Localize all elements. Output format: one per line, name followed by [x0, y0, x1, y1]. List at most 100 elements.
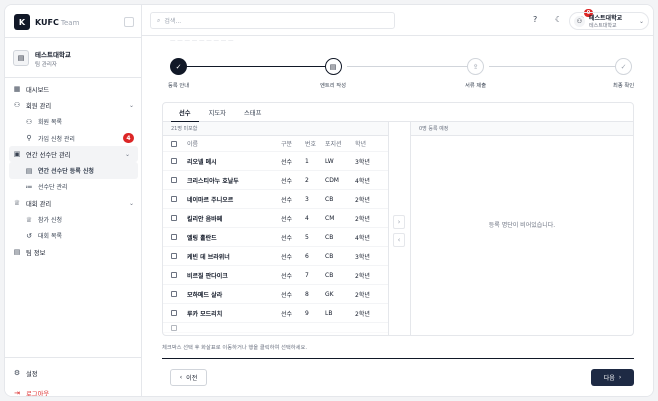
step-label: 최종 확인	[613, 83, 635, 89]
search-placeholder: 검색...	[164, 18, 182, 25]
sidebar-item-join-requests[interactable]: ⚲ 가입 신청 관리 4	[5, 130, 142, 146]
step-label: 서류 제출	[465, 83, 487, 89]
move-right-button[interactable]: ›	[393, 215, 405, 229]
chevron-down-icon: ⌄	[128, 101, 134, 109]
table-row[interactable]: 네이마르 주니오르 선수 3 CB 2학년	[163, 190, 388, 209]
player-name: 루카 모드리치	[187, 310, 223, 318]
row-checkbox[interactable]	[171, 272, 177, 278]
tab-staff[interactable]: 스태프	[236, 103, 269, 122]
row-checkbox[interactable]	[171, 291, 177, 297]
tab-coaches[interactable]: 지도자	[201, 103, 234, 122]
player-name: 리오넬 메시	[187, 158, 217, 166]
check-icon: ✓	[170, 58, 188, 75]
chevron-left-icon: ‹	[179, 374, 183, 381]
chevron-right-icon: ›	[397, 218, 401, 226]
player-type: 선수	[281, 272, 293, 280]
chevron-left-icon: ‹	[397, 236, 401, 244]
sidebar-item-members[interactable]: ⚇ 회원 관리 ⌄	[5, 97, 142, 113]
sidebar-item-annual-register[interactable]: ▤ 연간 선수단 등록 신청	[9, 162, 138, 179]
sidebar-collapse-icon[interactable]	[124, 17, 134, 27]
divider	[5, 37, 142, 38]
sidebar: K KUFC Team ▤ 테스트대학교 팀 관리자 ▦ 대시보드 ⚇ 회원 관리…	[5, 5, 142, 397]
sidebar-item-label: 회원 목록	[38, 119, 62, 127]
player-type: 선수	[281, 158, 293, 166]
chevron-down-icon: ⌄	[128, 199, 134, 207]
player-number: 5	[305, 233, 309, 241]
sidebar-item-member-list[interactable]: ⚇ 회원 목록	[5, 114, 142, 130]
brand[interactable]: K KUFC Team	[14, 13, 79, 31]
help-icon[interactable]: ?	[533, 15, 537, 24]
player-position: CB	[325, 271, 334, 279]
select-all-checkbox[interactable]	[171, 140, 177, 147]
user-icon: ⚇	[574, 15, 585, 27]
table-row[interactable]: 비르질 판다이크 선수 7 CB 2학년	[163, 266, 388, 285]
step-2: ▤ 엔트리 작성	[320, 58, 346, 89]
registered-count: 0명 등록 예정	[411, 122, 633, 136]
player-number: 1	[305, 157, 309, 165]
app-frame: K KUFC Team ▤ 테스트대학교 팀 관리자 ▦ 대시보드 ⚇ 회원 관리…	[4, 4, 654, 397]
registered-list: 0명 등록 예정 등록 명단이 비어있습니다.	[411, 122, 633, 335]
document-icon: ▤	[324, 58, 342, 75]
row-checkbox[interactable]	[171, 324, 177, 331]
sidebar-item-label: 연간 선수단 관리	[26, 151, 71, 159]
player-grade: 3학년	[355, 253, 370, 261]
logout-icon: ⇥	[14, 389, 20, 397]
transfer-controls: › ‹	[389, 122, 411, 335]
table-header: 이름 구분 번호 포지션 학년	[163, 136, 388, 152]
tab-bar: 선수 지도자 스태프	[163, 103, 633, 122]
sidebar-item-label: 대회 관리	[26, 200, 52, 208]
search-input[interactable]: ⌕ 검색...	[150, 12, 395, 29]
table-row[interactable]	[163, 323, 388, 333]
player-grade: 2학년	[355, 310, 370, 318]
row-checkbox[interactable]	[171, 215, 177, 221]
row-checkbox[interactable]	[171, 234, 177, 240]
row-checkbox[interactable]	[171, 310, 177, 316]
table-row[interactable]: 크리스티아누 호날두 선수 2 CDM 4학년	[163, 171, 388, 190]
calendar-icon: ▣	[13, 150, 21, 159]
table-row[interactable]: 킬리안 음바페 선수 4 CM 2학년	[163, 209, 388, 228]
sidebar-item-settings[interactable]: ⚙ 설정	[5, 365, 142, 381]
user-menu[interactable]: ⚇ 테스트대학교 테스트대학교 ⌄	[569, 12, 649, 30]
sidebar-item-team-info[interactable]: ▤ 팀 정보	[5, 244, 142, 260]
table-row[interactable]: 모하메드 살라 선수 8 GK 2학년	[163, 285, 388, 304]
table-row[interactable]: 엘링 홀란드 선수 5 CB 4학년	[163, 228, 388, 247]
divider	[5, 77, 142, 78]
sidebar-item-annual[interactable]: ▣ 연간 선수단 관리 ⌄	[9, 146, 138, 163]
move-left-button[interactable]: ‹	[393, 233, 405, 247]
player-position: LW	[325, 157, 334, 165]
row-checkbox[interactable]	[171, 196, 177, 202]
brand-name: KUFC	[35, 17, 59, 27]
step-label: 엔트리 작성	[320, 83, 347, 89]
search-icon: ⌕	[157, 16, 161, 24]
player-type: 선수	[281, 291, 293, 299]
row-checkbox[interactable]	[171, 177, 177, 183]
sidebar-item-tournament-list[interactable]: ↺ 대회 목록	[5, 228, 142, 244]
table-body: 리오넬 메시 선수 1 LW 3학년 크리스티아누 호날두 선수 2 CDM 4학년 네이마르 주니…	[163, 152, 388, 323]
row-checkbox[interactable]	[171, 158, 177, 164]
table-row[interactable]: 루카 모드리치 선수 9 LB 2학년	[163, 304, 388, 323]
sidebar-item-label: 연간 선수단 등록 신청	[38, 168, 94, 176]
prev-button[interactable]: ‹ 이전	[170, 369, 207, 386]
divider	[5, 357, 142, 358]
col-position: 포지션	[325, 141, 342, 148]
player-name: 모하메드 살라	[187, 291, 223, 299]
table-row[interactable]: 리오넬 메시 선수 1 LW 3학년	[163, 152, 388, 171]
next-button[interactable]: 다음 ›	[591, 369, 634, 386]
table-row[interactable]: 케빈 데 브라위너 선수 6 CB 3학년	[163, 247, 388, 266]
moon-icon[interactable]: ☾	[555, 15, 562, 24]
step-label: 등록 안내	[168, 83, 190, 89]
player-type: 선수	[281, 177, 293, 185]
sidebar-item-roster[interactable]: ≔ 선수단 관리	[5, 179, 142, 195]
sidebar-bottom: ⚙ 설정 ⇥ 로그아웃	[5, 365, 142, 397]
org-switcher[interactable]: ▤ 테스트대학교 팀 관리자	[13, 45, 133, 71]
sidebar-item-entry[interactable]: ♕ 참가 신청	[5, 211, 142, 227]
player-grade: 4학년	[355, 177, 370, 185]
sidebar-item-tournament[interactable]: ♕ 대회 관리 ⌄	[5, 195, 142, 211]
player-number: 4	[305, 214, 309, 222]
logout-button[interactable]: ⇥ 로그아웃	[5, 385, 142, 397]
tab-players[interactable]: 선수	[171, 103, 199, 122]
row-checkbox[interactable]	[171, 253, 177, 259]
footer-divider	[162, 358, 634, 359]
sidebar-item-dashboard[interactable]: ▦ 대시보드	[5, 81, 142, 97]
player-number: 9	[305, 309, 309, 317]
